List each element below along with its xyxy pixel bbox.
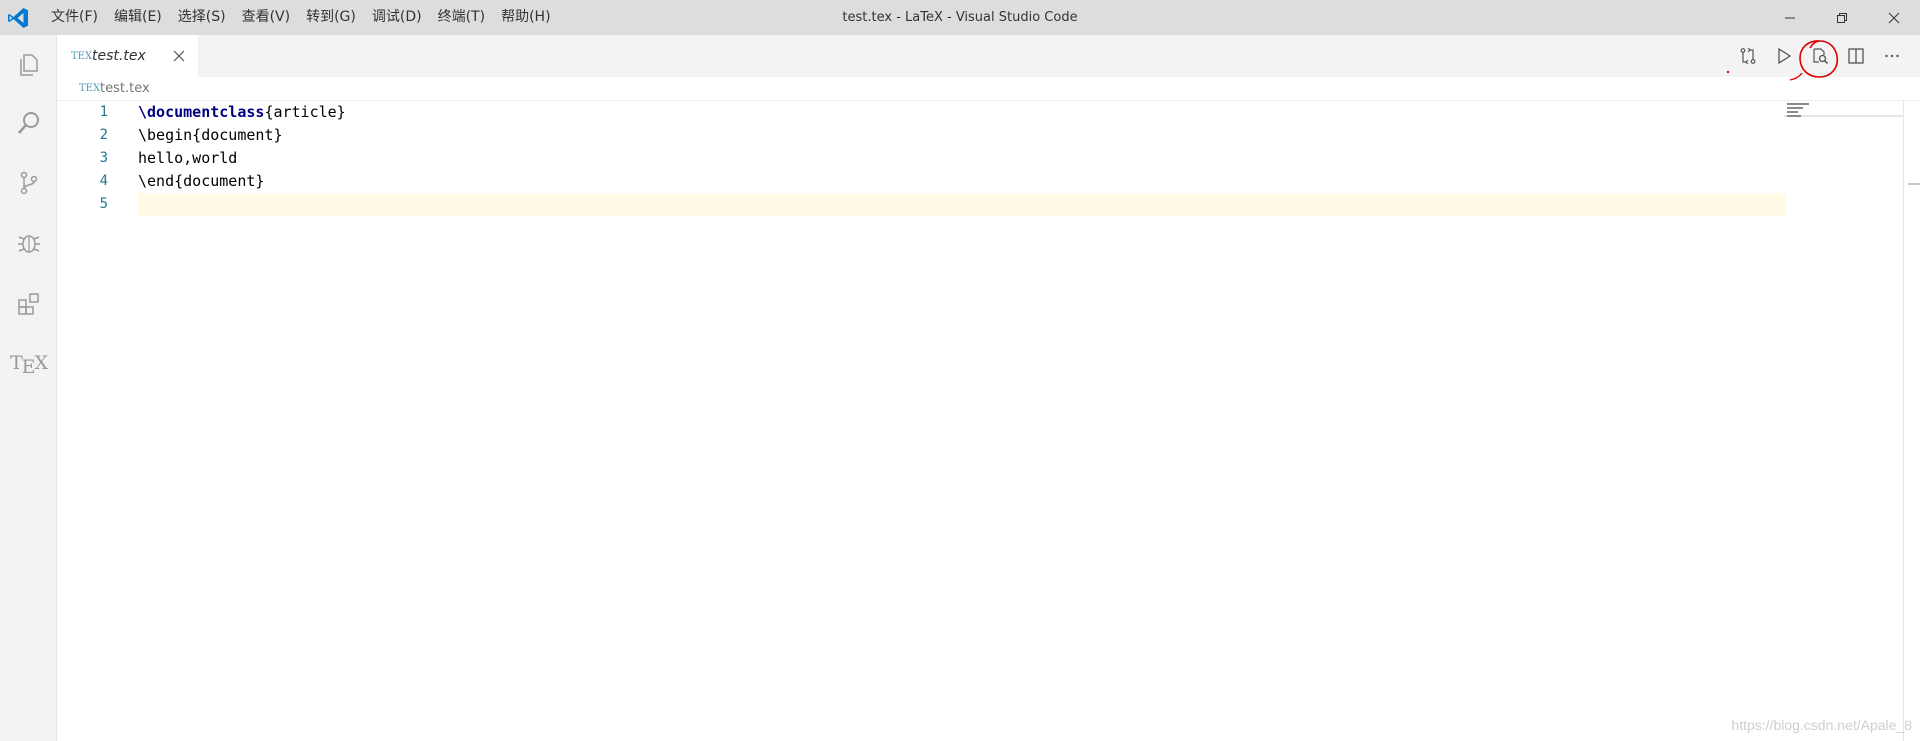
activity-explorer[interactable] xyxy=(0,37,57,93)
minimap[interactable] xyxy=(1784,101,1904,741)
code-text: \begin{document} xyxy=(138,126,283,144)
tab-test-tex[interactable]: TEX test.tex xyxy=(57,35,199,77)
menu-bar: 文件(F) 编辑(E) 选择(S) 查看(V) 转到(G) 调试(D) 终端(T… xyxy=(43,0,559,35)
menu-file[interactable]: 文件(F) xyxy=(43,0,106,35)
more-actions-icon xyxy=(1885,54,1899,58)
minimize-button[interactable] xyxy=(1764,0,1816,35)
source-diff-icon xyxy=(1740,47,1756,65)
view-pdf-button[interactable] xyxy=(1802,38,1838,74)
menu-edit[interactable]: 编辑(E) xyxy=(106,0,170,35)
run-icon xyxy=(1778,47,1792,65)
line-number: 5 xyxy=(99,196,108,212)
extensions-icon xyxy=(17,293,39,315)
title-bar: 文件(F) 编辑(E) 选择(S) 查看(V) 转到(G) 调试(D) 终端(T… xyxy=(0,0,1920,35)
code-line[interactable]: \documentclass{article} xyxy=(138,101,346,124)
tab-label: test.tex xyxy=(92,48,146,64)
menu-help[interactable]: 帮助(H) xyxy=(493,0,558,35)
code-line[interactable]: \begin{document} xyxy=(138,124,283,147)
watermark: https://blog.csdn.net/Apale_8 xyxy=(1731,717,1912,733)
menu-view[interactable]: 查看(V) xyxy=(234,0,299,35)
code-text: {article} xyxy=(264,103,346,121)
code-line[interactable]: hello,world xyxy=(138,147,237,170)
search-icon xyxy=(17,112,39,134)
menu-terminal[interactable]: 终端(T) xyxy=(430,0,493,35)
line-number: 3 xyxy=(99,150,108,166)
tex-file-icon: TEX xyxy=(79,83,101,94)
activity-debug[interactable] xyxy=(0,215,57,271)
code-text: hello,world xyxy=(138,149,238,167)
menu-selection[interactable]: 选择(S) xyxy=(170,0,234,35)
activity-search[interactable] xyxy=(0,95,57,151)
restore-icon xyxy=(1837,12,1847,23)
close-icon xyxy=(173,50,185,62)
minimap-viewport xyxy=(1784,115,1904,117)
debug-icon xyxy=(17,235,40,253)
preview-pdf-icon xyxy=(1813,48,1829,65)
line-number: 1 xyxy=(99,104,108,120)
tab-bar: TEX test.tex xyxy=(57,35,1920,77)
tab-close-button[interactable] xyxy=(170,47,188,65)
split-editor-icon xyxy=(1848,48,1864,64)
tex-file-icon: TEX xyxy=(71,50,93,62)
breadcrumb: TEX test.tex xyxy=(57,77,1920,101)
menu-debug[interactable]: 调试(D) xyxy=(364,0,430,35)
latex-command: \documentclass xyxy=(138,103,265,121)
open-changes-button[interactable] xyxy=(1730,38,1766,74)
explorer-icon xyxy=(19,54,38,76)
line-number: 4 xyxy=(99,173,108,189)
source-control-icon xyxy=(20,171,37,195)
close-window-button[interactable] xyxy=(1868,0,1920,35)
code-text: \end{document} xyxy=(138,172,265,190)
activity-bar: TEX xyxy=(0,35,57,741)
menu-go[interactable]: 转到(G) xyxy=(298,0,364,35)
line-number-gutter: 1 2 3 4 5 xyxy=(57,101,138,741)
minimap-line xyxy=(1787,107,1803,109)
tex-icon: TEX xyxy=(9,352,48,378)
annotation-dot xyxy=(1727,71,1729,73)
vscode-logo-icon[interactable] xyxy=(6,6,30,30)
activity-tex[interactable]: TEX xyxy=(0,335,57,391)
window-controls xyxy=(1764,0,1920,35)
split-editor-button[interactable] xyxy=(1838,38,1874,74)
activity-source-control[interactable] xyxy=(0,155,57,211)
scrollbar-cursor-marker xyxy=(1908,183,1920,185)
editor[interactable]: 1 2 3 4 5 \documentclass{article} \begin… xyxy=(57,101,1920,741)
minimize-icon xyxy=(1785,17,1795,18)
activity-extensions[interactable] xyxy=(0,275,57,331)
restore-button[interactable] xyxy=(1816,0,1868,35)
scrollbar-track-border xyxy=(1903,101,1904,741)
close-icon xyxy=(1888,12,1900,23)
minimap-line xyxy=(1787,111,1798,113)
vertical-scrollbar[interactable] xyxy=(1906,101,1920,741)
line-number: 2 xyxy=(99,127,108,143)
code-area[interactable]: \documentclass{article} \begin{document}… xyxy=(138,101,1843,741)
breadcrumb-item-file[interactable]: test.tex xyxy=(100,81,150,96)
run-button[interactable] xyxy=(1766,38,1802,74)
more-actions-button[interactable] xyxy=(1874,38,1910,74)
editor-actions xyxy=(1730,35,1910,77)
minimap-line xyxy=(1787,115,1801,117)
code-line[interactable]: \end{document} xyxy=(138,170,264,193)
minimap-line xyxy=(1787,103,1809,105)
